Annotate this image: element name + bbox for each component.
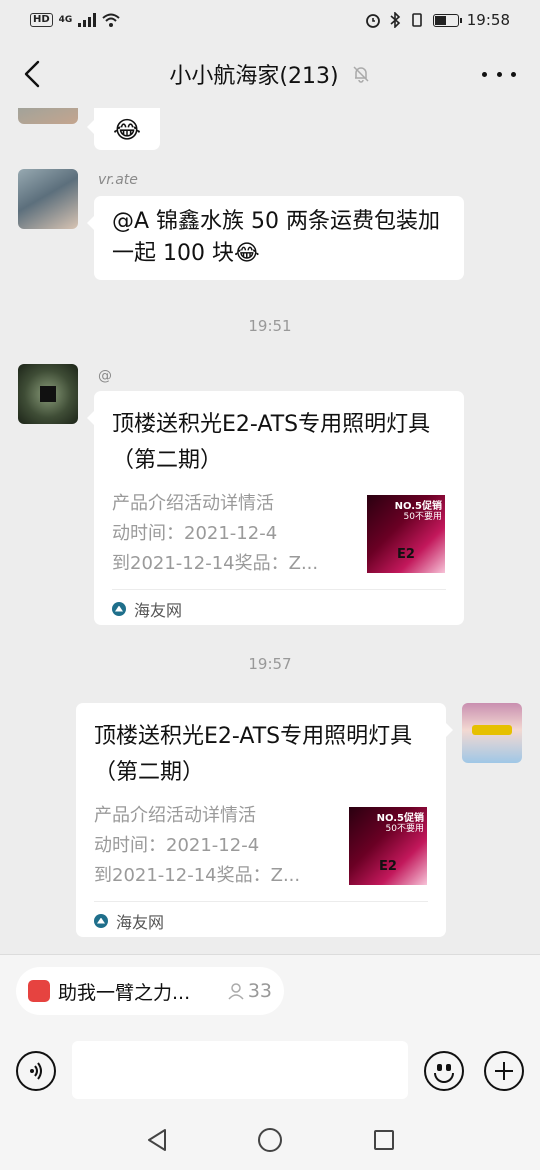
- link-card-title: 顶楼送积光E2-ATS专用照明灯具（第二期）: [112, 412, 431, 473]
- status-left: HD 4G: [30, 13, 120, 27]
- more-dots-icon[interactable]: [482, 66, 516, 82]
- wifi-icon: [102, 13, 120, 27]
- thumbnail-mark: E2: [379, 859, 397, 874]
- emoji-message-bubble[interactable]: 😂: [87, 108, 160, 150]
- status-bar: HD 4G 19:58: [0, 0, 540, 40]
- person-icon: [228, 983, 244, 1000]
- message-list[interactable]: 😂 vr.ate @A 锦鑫水族 50 两条运费包装加一起 100 块😂 19:…: [0, 108, 540, 954]
- text-message-bubble[interactable]: @A 锦鑫水族 50 两条运费包装加一起 100 块😂: [87, 196, 464, 280]
- link-card[interactable]: 顶楼送积光E2-ATS专用照明灯具（第二期） 产品介绍活动详情活 动时间：202…: [87, 391, 464, 627]
- message-input[interactable]: [72, 1041, 408, 1099]
- sender-nickname: vr.ate: [98, 172, 138, 188]
- source-logo-icon: [112, 601, 126, 616]
- source-logo-icon: [94, 913, 108, 928]
- link-card-title: 顶楼送积光E2-ATS专用照明灯具（第二期）: [94, 724, 413, 785]
- chat-header: 小小航海家(213): [0, 40, 540, 108]
- group-activity-pill[interactable]: 助我一臂之力... 33: [16, 967, 284, 1015]
- link-card-body: 产品介绍活动详情活 动时间：2021-12-4 到2021-12-14奖品：Z.…: [112, 489, 446, 579]
- bell-off-icon: [353, 66, 369, 83]
- timestamp: 19:57: [248, 655, 292, 673]
- battery-icon: [432, 13, 462, 27]
- link-card-description: 产品介绍活动详情活 动时间：2021-12-4 到2021-12-14奖品：Z.…: [94, 805, 301, 886]
- network-label: 4G: [58, 15, 73, 25]
- triangle-back-icon[interactable]: [146, 1128, 168, 1152]
- vibrate-icon: [411, 13, 422, 27]
- emoji-content: 😂: [112, 116, 142, 144]
- timestamp: 19:51: [248, 317, 292, 335]
- link-card-thumbnail: NO.5促销 50不要用 E2: [367, 495, 445, 573]
- emoji-icon[interactable]: [424, 1051, 464, 1091]
- bottom-panel: 助我一臂之力... 33: [0, 955, 540, 1170]
- status-right: 19:58: [365, 11, 510, 29]
- link-card-description: 产品介绍活动详情活 动时间：2021-12-4 到2021-12-14奖品：Z.…: [112, 493, 319, 574]
- title-wrap: 小小航海家(213): [0, 40, 540, 108]
- alarm-icon: [365, 14, 380, 28]
- thumbnail-text-2: 50不要用: [403, 512, 442, 522]
- my-avatar[interactable]: [462, 703, 522, 763]
- link-card-source: 海友网: [112, 589, 446, 627]
- hd-badge: HD: [30, 13, 53, 27]
- plus-circle-icon[interactable]: [484, 1051, 524, 1091]
- avatar[interactable]: [18, 364, 78, 424]
- chat-title[interactable]: 小小航海家(213): [169, 58, 338, 90]
- sender-nickname: @: [98, 368, 112, 384]
- voice-icon[interactable]: [16, 1051, 56, 1091]
- message-text: @A 锦鑫水族 50 两条运费包装加一起 100 块😂: [112, 209, 441, 266]
- signal-icon: [78, 13, 97, 27]
- square-recent-icon[interactable]: [374, 1130, 394, 1150]
- participant-count: 33: [227, 980, 272, 1002]
- status-time: 19:58: [466, 11, 510, 29]
- link-card-thumbnail: NO.5促销 50不要用 E2: [349, 807, 427, 885]
- source-name: 海友网: [134, 600, 183, 620]
- count-value: 33: [247, 980, 272, 1002]
- link-card-source: 海友网: [94, 901, 428, 939]
- source-name: 海友网: [116, 912, 165, 932]
- link-card[interactable]: 顶楼送积光E2-ATS专用照明灯具（第二期） 产品介绍活动详情活 动时间：202…: [76, 703, 453, 939]
- red-packet-icon: [28, 980, 50, 1002]
- thumbnail-text-2: 50不要用: [385, 824, 424, 834]
- thumbnail-mark: E2: [397, 547, 415, 562]
- link-card-body: 产品介绍活动详情活 动时间：2021-12-4 到2021-12-14奖品：Z.…: [94, 801, 428, 891]
- bluetooth-icon: [390, 12, 400, 28]
- system-nav-bar: [0, 1110, 540, 1170]
- circle-home-icon[interactable]: [258, 1128, 282, 1152]
- activity-label: 助我一臂之力...: [58, 981, 191, 1004]
- avatar[interactable]: [18, 169, 78, 229]
- avatar[interactable]: [18, 108, 78, 124]
